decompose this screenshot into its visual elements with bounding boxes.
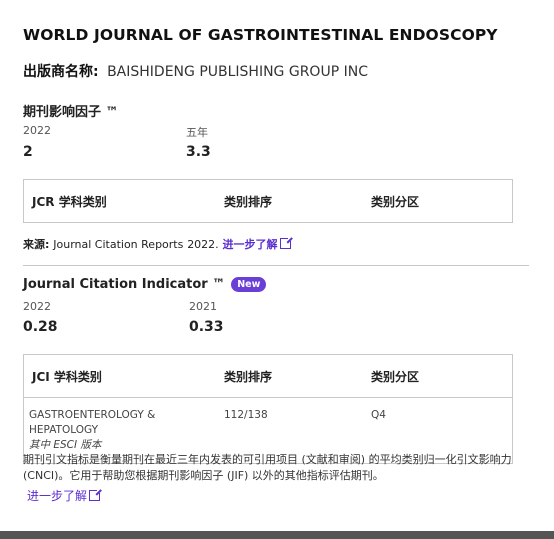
jcr-col-category: JCR 学科类别 [32,194,107,209]
jcr-category-table: JCR 学科类别 类别排序 类别分区 [23,179,513,223]
jci-learn-more-link[interactable]: 进一步了解 [27,487,103,504]
impact-factor-title: 期刊影响因子 ™ [23,105,119,120]
jif-year-value: 2 [23,144,33,160]
jci-col-category: JCI 学科类别 [32,369,102,384]
jif-5yr-value: 3.3 [186,144,211,160]
publisher-line: 出版商名称: BAISHIDENG PUBLISHING GROUP INC [23,61,368,81]
external-link-icon [279,236,293,249]
source-label: 来源: [23,238,50,251]
source-name: Journal Citation Reports [53,238,184,251]
jcr-table-header: JCR 学科类别 类别排序 类别分区 [24,180,512,222]
cut-off-content [0,531,554,539]
jcr-source: 来源: Journal Citation Reports 2022. 进一步了解 [23,236,293,252]
jcr-learn-more-link[interactable]: 进一步了解 [223,236,293,251]
new-badge: New [231,277,267,292]
jif-5yr-label: 五年 [186,126,208,139]
jci-title: Journal Citation Indicator ™ New [23,277,267,292]
jci-2021-value: 0.33 [189,319,224,335]
jci-row-edition: 其中 ESCI 版本 [29,439,102,451]
jci-row-category: GASTROENTEROLOGY & HEPATOLOGY [29,409,156,436]
jci-2022-value: 0.28 [23,319,58,335]
jci-category-table: JCI 学科类别 类别排序 类别分区 GASTROENTEROLOGY & HE… [23,354,513,464]
publisher-name: BAISHIDENG PUBLISHING GROUP INC [107,64,368,80]
jci-title-text: Journal Citation Indicator ™ [23,277,226,292]
source-year: 2022. [187,238,219,251]
jci-row-rank: 112/138 [224,409,268,421]
jci-description: 期刊引文指标是衡量期刊在最近三年内发表的可引用项目 (文献和审阅) 的平均类别归… [23,453,512,482]
external-link-icon [89,488,103,501]
publisher-label: 出版商名称: [23,64,99,80]
jif-year-label: 2022 [23,124,51,137]
jci-row-quartile: Q4 [371,409,386,421]
jcr-col-rank: 类别排序 [224,194,273,209]
jcr-col-quartile: 类别分区 [371,194,420,209]
jci-table-header: JCI 学科类别 类别排序 类别分区 [24,355,512,397]
journal-title: WORLD JOURNAL OF GASTROINTESTINAL ENDOSC… [23,26,498,44]
jci-2022-label: 2022 [23,300,51,313]
section-divider [23,265,529,266]
jci-col-quartile: 类别分区 [371,369,420,384]
jci-row-category-cell: GASTROENTEROLOGY & HEPATOLOGY 其中 ESCI 版本 [24,408,224,453]
jci-2021-label: 2021 [189,300,217,313]
jci-col-rank: 类别排序 [224,369,273,384]
